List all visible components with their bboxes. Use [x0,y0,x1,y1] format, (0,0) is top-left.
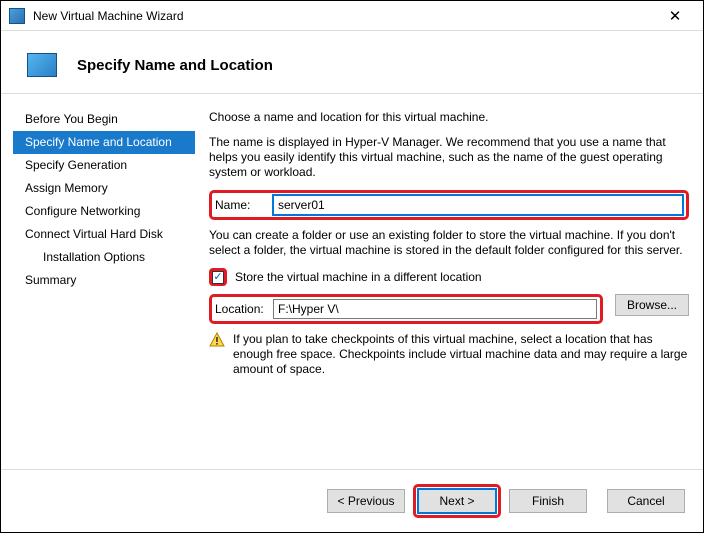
intro-text: Choose a name and location for this virt… [209,110,689,125]
close-button[interactable]: ✕ [655,2,695,30]
step-connect-vhd[interactable]: Connect Virtual Hard Disk [7,223,201,246]
step-specify-name-location[interactable]: Specify Name and Location [13,131,195,154]
step-summary[interactable]: Summary [7,269,201,292]
location-input[interactable] [273,299,597,319]
step-assign-memory[interactable]: Assign Memory [7,177,201,200]
wizard-steps-sidebar: Before You Begin Specify Name and Locati… [1,94,201,454]
window-title: New Virtual Machine Wizard [33,9,184,23]
finish-button[interactable]: Finish [509,489,587,513]
previous-button[interactable]: < Previous [327,489,405,513]
store-checkbox-row: ✓ Store the virtual machine in a differe… [209,268,689,286]
wizard-header: Specify Name and Location [1,31,703,94]
folder-hint-text: You can create a folder or use an existi… [209,228,689,258]
app-icon [9,8,25,24]
step-configure-networking[interactable]: Configure Networking [7,200,201,223]
store-checkbox-highlight: ✓ [209,268,227,286]
next-button-highlight: Next > [413,484,501,518]
wizard-content: Choose a name and location for this virt… [201,94,703,454]
page-title: Specify Name and Location [77,57,273,74]
wizard-icon [27,53,57,77]
next-button[interactable]: Next > [418,489,496,513]
name-hint-text: The name is displayed in Hyper-V Manager… [209,135,689,180]
warning-row: If you plan to take checkpoints of this … [209,332,689,377]
warning-icon [209,332,225,348]
location-label: Location: [215,302,265,317]
wizard-footer: < Previous Next > Finish Cancel [1,469,703,532]
name-input[interactable] [273,195,683,215]
name-row-highlight: Name: [209,190,689,220]
name-label: Name: [215,198,265,213]
location-row-highlight: Location: [209,294,603,324]
browse-button[interactable]: Browse... [615,294,689,316]
store-checkbox[interactable]: ✓ [212,271,224,284]
warning-text: If you plan to take checkpoints of this … [233,332,689,377]
step-before-you-begin[interactable]: Before You Begin [7,108,201,131]
cancel-button[interactable]: Cancel [607,489,685,513]
store-checkbox-label[interactable]: Store the virtual machine in a different… [235,270,482,285]
titlebar: New Virtual Machine Wizard ✕ [1,1,703,31]
step-specify-generation[interactable]: Specify Generation [7,154,201,177]
step-installation-options[interactable]: Installation Options [7,246,201,269]
